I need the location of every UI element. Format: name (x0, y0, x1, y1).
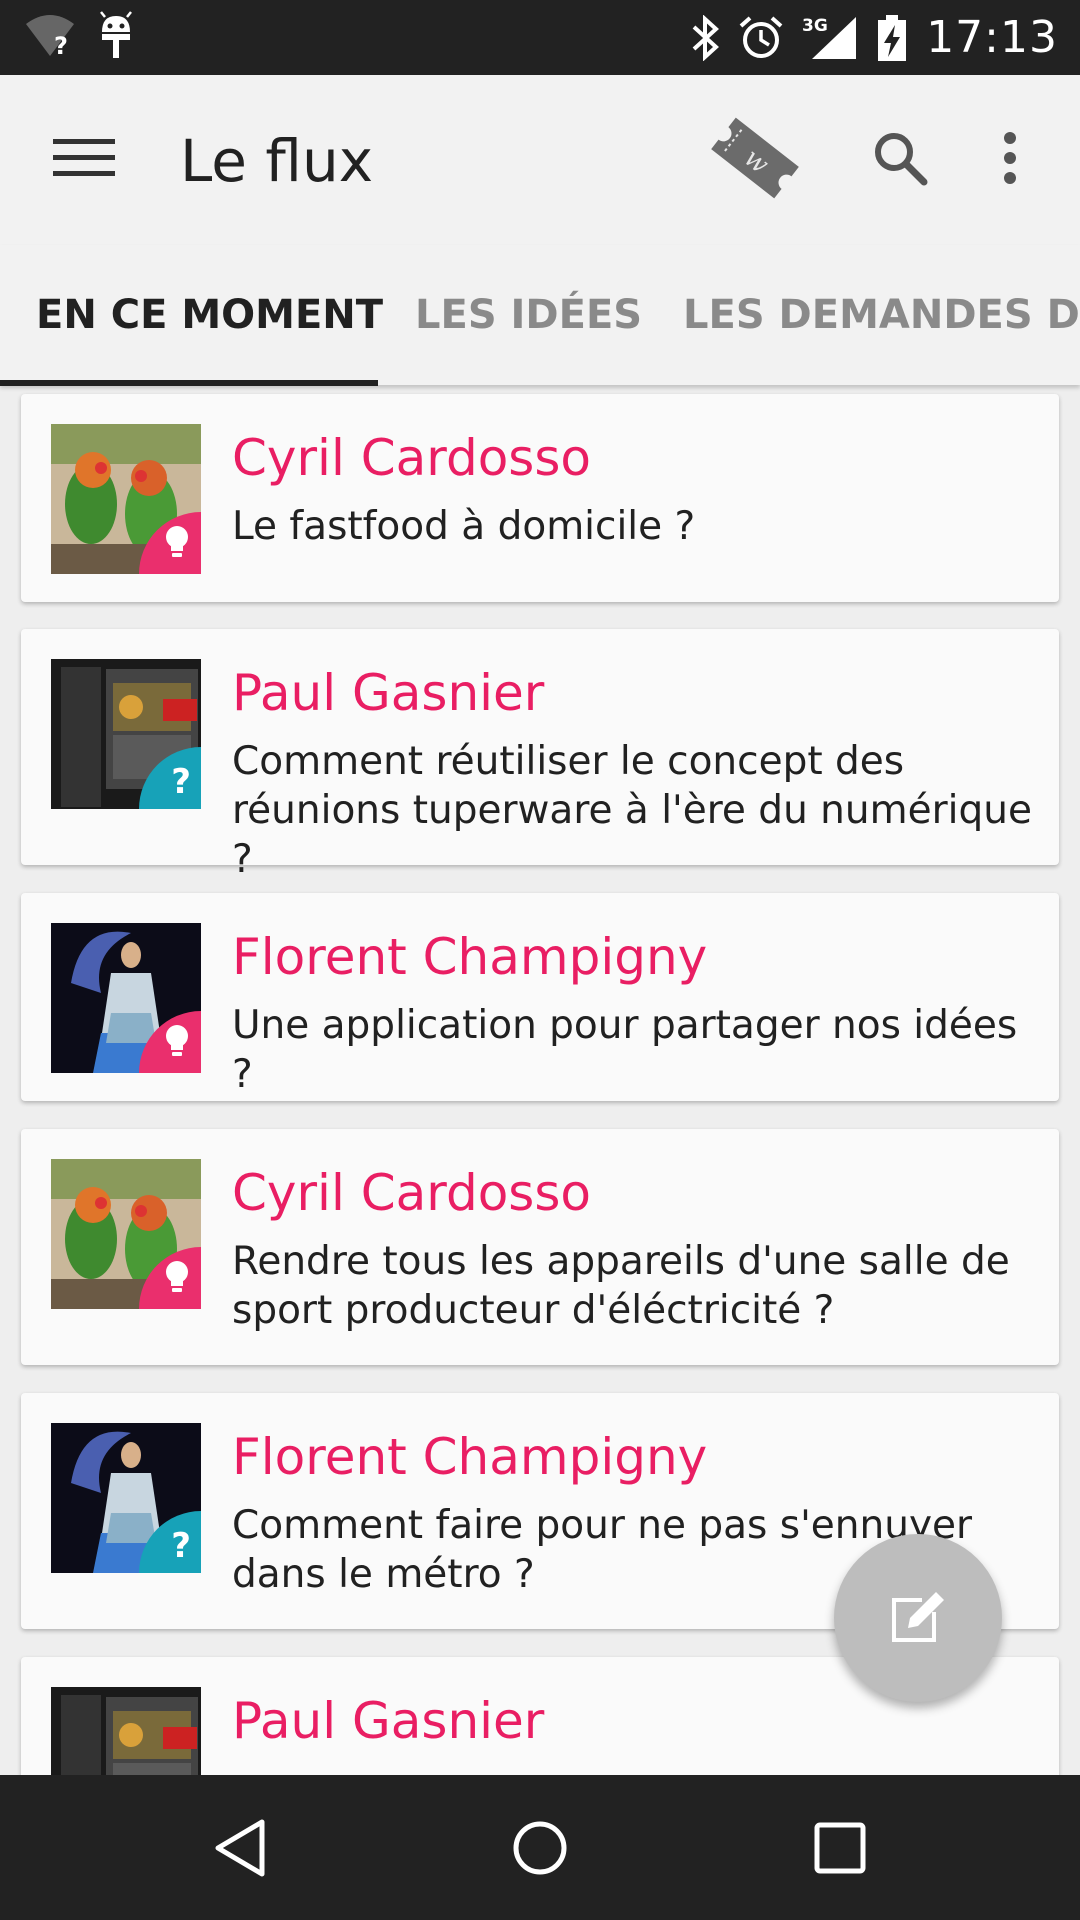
more-options-button[interactable] (980, 120, 1040, 200)
post-text: Comment réutiliser le concept des réunio… (232, 739, 1032, 882)
tab-les-idees[interactable]: LES IDÉES (415, 245, 642, 385)
navigation-bar (0, 1775, 1080, 1920)
menu-button[interactable] (42, 125, 126, 195)
tab-indicator (0, 380, 378, 386)
menu-icon (53, 137, 115, 184)
alarm-icon (738, 15, 784, 61)
author-name: Paul Gasnier (232, 664, 545, 722)
author-name: Cyril Cardosso (232, 429, 591, 487)
avatar (51, 1159, 201, 1309)
avatar: ? (51, 1423, 201, 1573)
author-name: Cyril Cardosso (232, 1164, 591, 1222)
author-name: Florent Champigny (232, 928, 708, 986)
ticket-button[interactable]: w (700, 105, 810, 215)
search-button[interactable] (860, 120, 940, 200)
status-bar: ? 3G 17:13 (0, 0, 1080, 75)
back-button[interactable] (185, 1795, 295, 1905)
question-icon: ? (171, 1526, 191, 1566)
avatar (51, 923, 201, 1073)
home-icon (510, 1818, 570, 1883)
recents-icon (813, 1821, 867, 1880)
wifi-unknown-icon: ? (22, 10, 78, 60)
bluetooth-icon (690, 14, 720, 61)
author-name: Paul Gasnier (232, 1692, 545, 1750)
post-text: Le fastfood à domicile ? (232, 504, 696, 549)
back-icon (210, 1816, 270, 1885)
android-debug-icon (96, 10, 136, 60)
app-bar: Le flux w (0, 75, 1080, 245)
lightbulb-icon (163, 525, 191, 564)
feed-card[interactable]: ? Paul Gasnier Comment réutiliser le con… (21, 629, 1059, 882)
avatar (51, 1687, 201, 1775)
compose-fab[interactable] (834, 1534, 1002, 1702)
edit-icon (886, 1584, 950, 1653)
post-text: Rendre tous les appareils d'une salle de… (232, 1239, 1010, 1333)
question-icon: ? (171, 762, 191, 802)
tab-les-demandes-d-idees[interactable]: LES DEMANDES D'IDÉES (683, 245, 1080, 385)
avatar: ? (51, 659, 201, 809)
status-time: 17:13 (926, 12, 1058, 63)
recents-button[interactable] (785, 1795, 895, 1905)
search-icon (871, 129, 929, 192)
lightbulb-icon (163, 1024, 191, 1063)
tab-bar: EN CE MOMENT LES IDÉES LES DEMANDES D'ID… (0, 245, 1080, 385)
author-name: Florent Champigny (232, 1428, 708, 1486)
lightbulb-icon (163, 1260, 191, 1299)
home-button[interactable] (485, 1795, 595, 1905)
more-vert-icon (1002, 131, 1018, 189)
feed-card[interactable]: Cyril Cardosso Rendre tous les appareils… (21, 1129, 1059, 1365)
signal-icon: 3G (802, 13, 858, 63)
feed-card[interactable]: Cyril Cardosso Le fastfood à domicile ? (21, 394, 1059, 602)
avatar (51, 424, 201, 574)
battery-charging-icon (876, 13, 908, 63)
tab-en-ce-moment[interactable]: EN CE MOMENT (36, 245, 383, 385)
post-text: Une application pour partager nos idées … (232, 1003, 1018, 1097)
page-title: Le flux (180, 127, 374, 195)
svg-text:?: ? (54, 32, 68, 60)
svg-text:3G: 3G (802, 16, 828, 36)
feed-card[interactable]: Florent Champigny Une application pour p… (21, 893, 1059, 1101)
ticket-icon: w (705, 108, 805, 213)
